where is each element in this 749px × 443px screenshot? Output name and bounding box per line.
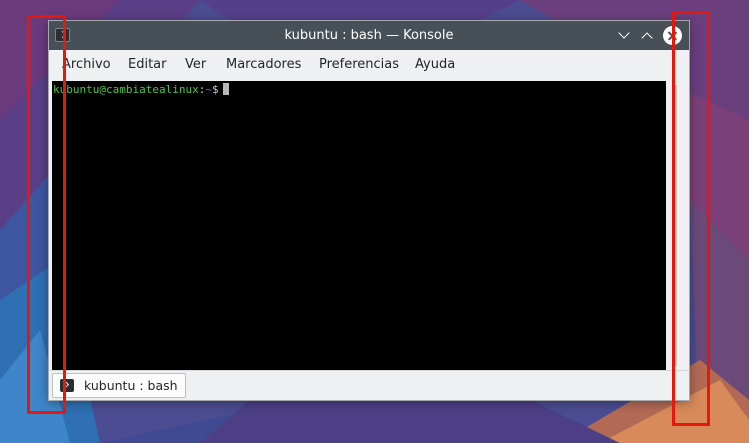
shell-prompt: kubuntu@cambiatealinux:~$ <box>53 83 229 97</box>
prompt-symbol: $ <box>211 83 219 96</box>
tab-label: kubuntu : bash <box>84 378 178 393</box>
annotation-highlight-right <box>672 11 710 426</box>
prompt-user-host: kubuntu@cambiatealinux <box>53 83 199 96</box>
chevron-up-icon <box>641 32 653 44</box>
minimize-button[interactable] <box>615 26 634 45</box>
prompt-path: ~ <box>205 83 212 96</box>
tab-bar: kubuntu : bash <box>49 370 689 400</box>
menu-bar: Archivo Editar Ver Marcadores Preferenci… <box>49 50 689 80</box>
terminal-area[interactable]: kubuntu@cambiatealinux:~$ <box>52 81 666 370</box>
window-title: kubuntu : bash — Konsole <box>284 28 454 43</box>
maximize-button[interactable] <box>638 26 657 45</box>
menu-ayuda[interactable]: Ayuda <box>415 50 455 80</box>
text-cursor <box>222 83 229 95</box>
tab-kubuntu-bash[interactable]: kubuntu : bash <box>52 373 186 398</box>
konsole-window: kubuntu : bash — Konsole Archivo Editar … <box>48 20 690 401</box>
title-bar[interactable]: kubuntu : bash — Konsole <box>49 21 689 50</box>
menu-editar[interactable]: Editar <box>128 50 167 80</box>
chevron-down-icon <box>618 27 630 39</box>
menu-archivo[interactable]: Archivo <box>62 50 111 80</box>
annotation-highlight-left <box>27 15 66 414</box>
menu-ver[interactable]: Ver <box>185 50 206 80</box>
menu-marcadores[interactable]: Marcadores <box>226 50 301 80</box>
menu-preferencias[interactable]: Preferencias <box>319 50 399 80</box>
